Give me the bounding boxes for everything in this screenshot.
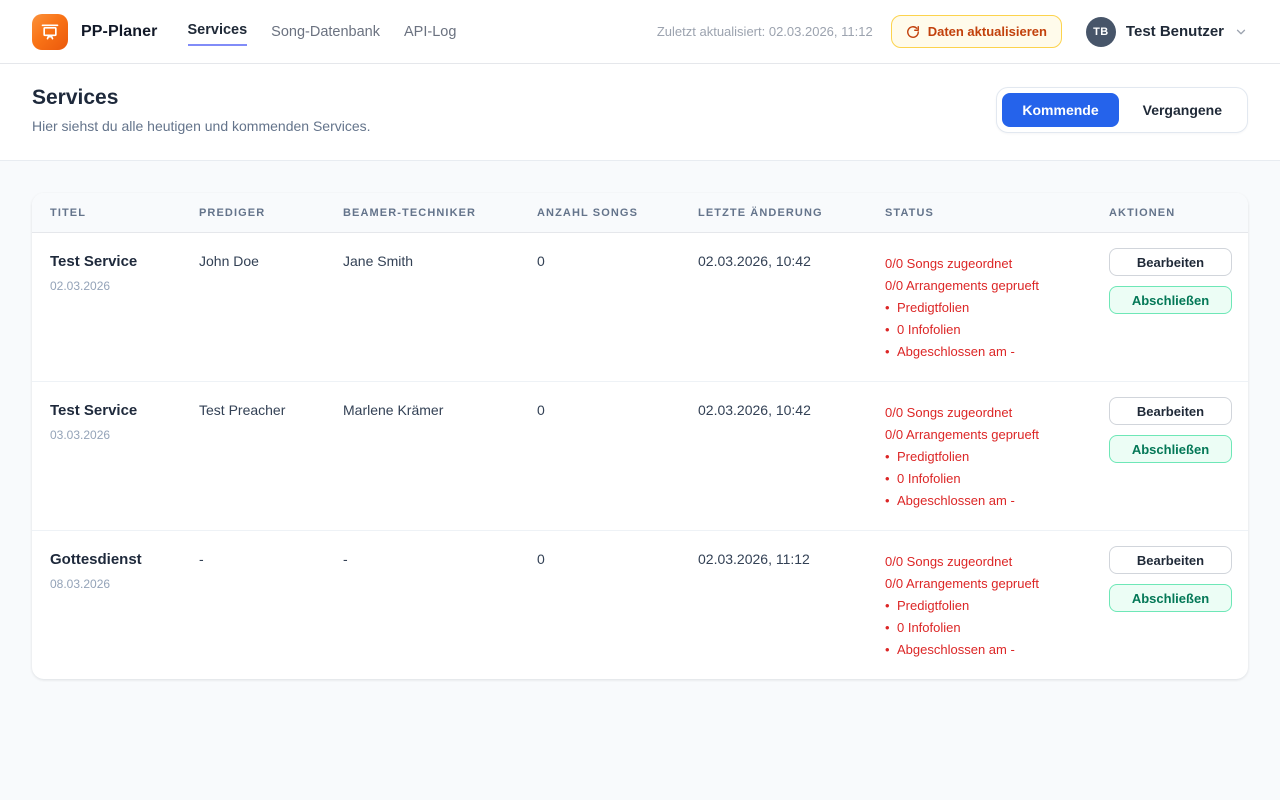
service-title: Test Service — [50, 402, 187, 419]
song-count-cell: 0 — [537, 382, 698, 530]
page-head-text: Services Hier siehst du alle heutigen un… — [32, 86, 371, 134]
status-bullet-line: •Predigtfolien — [885, 446, 1097, 468]
column-header-beamer-techniker: Beamer-Techniker — [343, 193, 537, 232]
status-cell: 0/0 Songs zugeordnet 0/0 Arrangements ge… — [885, 233, 1109, 381]
column-header-aktionen: Aktionen — [1109, 193, 1248, 232]
table-row: Test Service 03.03.2026 Test Preacher Ma… — [32, 382, 1248, 531]
bullet-icon: • — [885, 468, 897, 490]
actions-cell: Bearbeiten Abschließen — [1109, 531, 1248, 679]
filter-toggle: Kommende Vergangene — [996, 87, 1248, 133]
technician-cell: Marlene Krämer — [343, 382, 537, 530]
main-nav: Services Song-Datenbank API-Log — [188, 18, 457, 46]
bullet-icon: • — [885, 297, 897, 319]
status-line: 0/0 Songs zugeordnet — [885, 253, 1097, 275]
status-bullet-line: •Abgeschlossen am - — [885, 490, 1097, 512]
bullet-icon: • — [885, 595, 897, 617]
main-content: Titel Prediger Beamer-Techniker Anzahl S… — [0, 161, 1280, 711]
services-table-card: Titel Prediger Beamer-Techniker Anzahl S… — [32, 193, 1248, 679]
bullet-icon: • — [885, 319, 897, 341]
bullet-icon: • — [885, 341, 897, 363]
complete-button[interactable]: Abschließen — [1109, 435, 1232, 463]
projector-screen-icon — [40, 22, 60, 42]
status-line: 0/0 Arrangements geprueft — [885, 275, 1097, 297]
refresh-data-button[interactable]: Daten aktualisieren — [891, 15, 1062, 48]
last-change-cell: 02.03.2026, 10:42 — [698, 233, 885, 381]
service-date: 02.03.2026 — [50, 279, 187, 293]
column-header-letzte-aenderung: Letzte Änderung — [698, 193, 885, 232]
bullet-icon: • — [885, 490, 897, 512]
preacher-cell: John Doe — [199, 233, 343, 381]
title-cell: Test Service 03.03.2026 — [50, 382, 199, 530]
nav-item-services[interactable]: Services — [188, 18, 248, 46]
complete-button[interactable]: Abschließen — [1109, 584, 1232, 612]
status-bullet-line: •Abgeschlossen am - — [885, 341, 1097, 363]
actions-cell: Bearbeiten Abschließen — [1109, 382, 1248, 530]
edit-button[interactable]: Bearbeiten — [1109, 248, 1232, 276]
column-header-status: Status — [885, 193, 1109, 232]
bullet-icon: • — [885, 639, 897, 661]
status-bullet-line: •Predigtfolien — [885, 595, 1097, 617]
technician-cell: - — [343, 531, 537, 679]
nav-item-api-log[interactable]: API-Log — [404, 20, 456, 44]
song-count-cell: 0 — [537, 531, 698, 679]
title-cell: Test Service 02.03.2026 — [50, 233, 199, 381]
bullet-icon: • — [885, 446, 897, 468]
status-bullet-line: •Abgeschlossen am - — [885, 639, 1097, 661]
chevron-down-icon — [1234, 25, 1248, 39]
avatar: TB — [1086, 17, 1116, 47]
edit-button[interactable]: Bearbeiten — [1109, 546, 1232, 574]
table-row: Gottesdienst 08.03.2026 - - 0 02.03.2026… — [32, 531, 1248, 679]
user-menu[interactable]: TB Test Benutzer — [1086, 17, 1248, 47]
refresh-icon — [906, 25, 920, 39]
user-name: Test Benutzer — [1126, 23, 1224, 40]
filter-upcoming-button[interactable]: Kommende — [1002, 93, 1118, 127]
last-updated-text: Zuletzt aktualisiert: 02.03.2026, 11:12 — [657, 24, 873, 39]
title-cell: Gottesdienst 08.03.2026 — [50, 531, 199, 679]
refresh-button-label: Daten aktualisieren — [928, 24, 1047, 39]
last-change-cell: 02.03.2026, 11:12 — [698, 531, 885, 679]
actions-cell: Bearbeiten Abschließen — [1109, 233, 1248, 381]
preacher-cell: - — [199, 531, 343, 679]
table-header-row: Titel Prediger Beamer-Techniker Anzahl S… — [32, 193, 1248, 233]
top-bar: PP-Planer Services Song-Datenbank API-Lo… — [0, 0, 1280, 64]
app-logo — [32, 14, 68, 50]
column-header-titel: Titel — [50, 193, 199, 232]
table-row: Test Service 02.03.2026 John Doe Jane Sm… — [32, 233, 1248, 382]
page-subtitle: Hier siehst du alle heutigen und kommend… — [32, 118, 371, 134]
status-line: 0/0 Arrangements geprueft — [885, 424, 1097, 446]
status-cell: 0/0 Songs zugeordnet 0/0 Arrangements ge… — [885, 382, 1109, 530]
status-line: 0/0 Songs zugeordnet — [885, 551, 1097, 573]
nav-item-song-datenbank[interactable]: Song-Datenbank — [271, 20, 380, 44]
complete-button[interactable]: Abschließen — [1109, 286, 1232, 314]
preacher-cell: Test Preacher — [199, 382, 343, 530]
status-line: 0/0 Songs zugeordnet — [885, 402, 1097, 424]
column-header-prediger: Prediger — [199, 193, 343, 232]
status-cell: 0/0 Songs zugeordnet 0/0 Arrangements ge… — [885, 531, 1109, 679]
service-date: 03.03.2026 — [50, 428, 187, 442]
status-bullet-line: •0 Infofolien — [885, 319, 1097, 341]
service-title: Gottesdienst — [50, 551, 187, 568]
page-title: Services — [32, 86, 371, 110]
last-change-cell: 02.03.2026, 10:42 — [698, 382, 885, 530]
brand-name: PP-Planer — [81, 23, 158, 41]
page-head: Services Hier siehst du alle heutigen un… — [0, 64, 1280, 161]
column-header-anzahl-songs: Anzahl Songs — [537, 193, 698, 232]
bullet-icon: • — [885, 617, 897, 639]
status-bullet-line: •0 Infofolien — [885, 617, 1097, 639]
service-date: 08.03.2026 — [50, 577, 187, 591]
song-count-cell: 0 — [537, 233, 698, 381]
brand: PP-Planer — [32, 14, 158, 50]
top-bar-right: Zuletzt aktualisiert: 02.03.2026, 11:12 … — [657, 15, 1248, 48]
filter-past-button[interactable]: Vergangene — [1123, 93, 1242, 127]
technician-cell: Jane Smith — [343, 233, 537, 381]
status-bullet-line: •0 Infofolien — [885, 468, 1097, 490]
edit-button[interactable]: Bearbeiten — [1109, 397, 1232, 425]
status-bullet-line: •Predigtfolien — [885, 297, 1097, 319]
service-title: Test Service — [50, 253, 187, 270]
status-line: 0/0 Arrangements geprueft — [885, 573, 1097, 595]
